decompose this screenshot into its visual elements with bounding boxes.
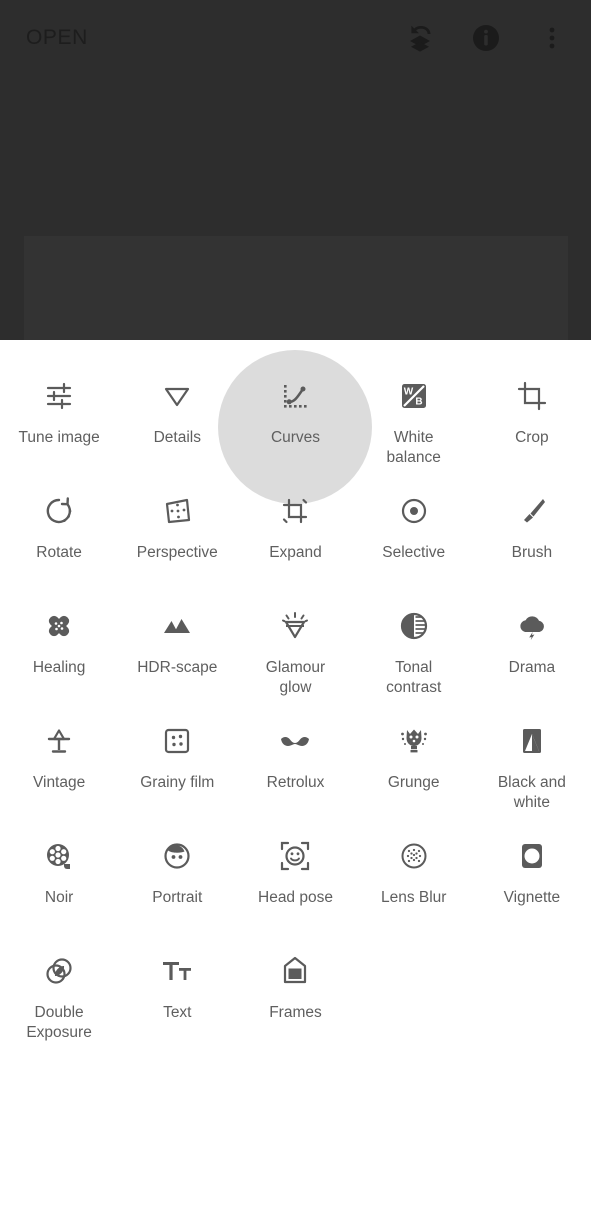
tool-label: Details xyxy=(153,429,201,446)
tool-label: Double Exposure xyxy=(26,1004,92,1041)
perspective-icon xyxy=(157,491,197,531)
glamour-glow-icon xyxy=(275,606,315,646)
snapseed-screen: OPEN Tune image Details Curves W B White… xyxy=(0,0,591,1232)
noir-icon xyxy=(39,836,79,876)
tool-label: Portrait xyxy=(152,889,203,906)
tool-label: Grainy film xyxy=(140,774,215,791)
tool-details[interactable]: Details xyxy=(118,362,236,477)
tool-label: Lens Blur xyxy=(380,889,447,906)
tool-label: HDR-scape xyxy=(137,659,218,676)
tool-label: Head pose xyxy=(258,889,333,906)
tool-tonal-contrast[interactable]: Tonal contrast xyxy=(355,592,473,707)
drama-icon xyxy=(512,606,552,646)
tool-label: Vintage xyxy=(32,774,86,791)
tools-sheet: Tune image Details Curves W B White bala… xyxy=(0,340,591,1232)
svg-text:B: B xyxy=(415,397,422,408)
tool-grunge[interactable]: Grunge xyxy=(355,707,473,822)
tool-label: Brush xyxy=(511,544,553,561)
tool-label: Vignette xyxy=(503,889,561,906)
tool-hdr-scape[interactable]: HDR-scape xyxy=(118,592,236,707)
tool-label: Noir xyxy=(44,889,74,906)
tool-label: Drama xyxy=(508,659,556,676)
tool-grainy-film[interactable]: Grainy film xyxy=(118,707,236,822)
head-pose-icon xyxy=(275,836,315,876)
tool-head-pose[interactable]: Head pose xyxy=(236,822,354,937)
tool-double-exposure[interactable]: Double Exposure xyxy=(0,937,118,1052)
tool-tune-image[interactable]: Tune image xyxy=(0,362,118,477)
svg-text:W: W xyxy=(403,387,413,398)
vignette-icon xyxy=(512,836,552,876)
curves-icon xyxy=(275,376,315,416)
tool-vignette[interactable]: Vignette xyxy=(473,822,591,937)
white-balance-icon: W B xyxy=(394,376,434,416)
tool-label: Tune image xyxy=(18,429,100,446)
tune-image-icon xyxy=(39,376,79,416)
overflow-menu-icon[interactable] xyxy=(535,21,569,55)
grainy-film-icon xyxy=(157,721,197,761)
rotate-icon xyxy=(39,491,79,531)
tool-perspective[interactable]: Perspective xyxy=(118,477,236,592)
tool-lens-blur[interactable]: Lens Blur xyxy=(355,822,473,937)
tool-empty-slot xyxy=(473,937,591,1052)
tool-portrait[interactable]: Portrait xyxy=(118,822,236,937)
tool-label: Text xyxy=(163,1004,192,1021)
selective-icon xyxy=(394,491,434,531)
tool-label: Frames xyxy=(269,1004,322,1021)
vintage-icon xyxy=(39,721,79,761)
tool-noir[interactable]: Noir xyxy=(0,822,118,937)
top-bar-actions xyxy=(403,21,569,55)
tool-label: Expand xyxy=(269,544,322,561)
retrolux-icon xyxy=(275,721,315,761)
tool-drama[interactable]: Drama xyxy=(473,592,591,707)
hdr-scape-icon xyxy=(157,606,197,646)
details-icon xyxy=(157,376,197,416)
tool-glamour-glow[interactable]: Glamour glow xyxy=(236,592,354,707)
portrait-icon xyxy=(157,836,197,876)
tool-brush[interactable]: Brush xyxy=(473,477,591,592)
tool-label: Retrolux xyxy=(266,774,325,791)
tool-frames[interactable]: Frames xyxy=(236,937,354,1052)
tool-label: Grunge xyxy=(387,774,440,791)
tools-grid: Tune image Details Curves W B White bala… xyxy=(0,340,591,1052)
tool-label: Healing xyxy=(32,659,86,676)
brush-icon xyxy=(512,491,552,531)
open-button[interactable]: OPEN xyxy=(26,26,88,50)
tool-vintage[interactable]: Vintage xyxy=(0,707,118,822)
tool-retrolux[interactable]: Retrolux xyxy=(236,707,354,822)
tool-label: Black and white xyxy=(497,774,566,811)
tool-selective[interactable]: Selective xyxy=(355,477,473,592)
tool-black-and-white[interactable]: Black and white xyxy=(473,707,591,822)
info-icon[interactable] xyxy=(469,21,503,55)
tool-text[interactable]: Text xyxy=(118,937,236,1052)
lens-blur-icon xyxy=(394,836,434,876)
tool-rotate[interactable]: Rotate xyxy=(0,477,118,592)
tool-curves[interactable]: Curves xyxy=(236,362,354,477)
tool-label: Selective xyxy=(382,544,446,561)
tool-label: Tonal contrast xyxy=(386,659,442,696)
tool-label: Curves xyxy=(270,429,321,446)
crop-icon xyxy=(512,376,552,416)
tool-white-balance[interactable]: W B White balance xyxy=(355,362,473,477)
frames-icon xyxy=(275,951,315,991)
tonal-contrast-icon xyxy=(394,606,434,646)
top-app-bar: OPEN xyxy=(0,0,591,76)
expand-icon xyxy=(275,491,315,531)
grunge-icon xyxy=(394,721,434,761)
text-icon xyxy=(157,951,197,991)
tool-healing[interactable]: Healing xyxy=(0,592,118,707)
tool-label: Glamour glow xyxy=(265,659,326,696)
tool-label: Crop xyxy=(515,429,549,446)
photo-canvas[interactable] xyxy=(24,236,568,354)
tool-expand[interactable]: Expand xyxy=(236,477,354,592)
tool-label: Perspective xyxy=(136,544,218,561)
tool-empty-slot xyxy=(355,937,473,1052)
undo-stack-icon[interactable] xyxy=(403,21,437,55)
tool-label: Rotate xyxy=(36,544,82,561)
black-and-white-icon xyxy=(512,721,552,761)
healing-icon xyxy=(39,606,79,646)
double-exposure-icon xyxy=(39,951,79,991)
tool-crop[interactable]: Crop xyxy=(473,362,591,477)
tool-label: White balance xyxy=(386,429,441,466)
